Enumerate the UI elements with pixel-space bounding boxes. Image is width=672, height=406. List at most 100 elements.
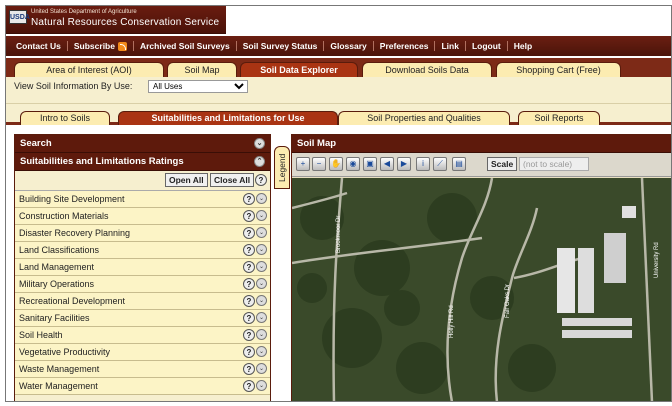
help-icon[interactable]: ? [243, 261, 255, 273]
use-select[interactable]: All Uses [148, 80, 248, 93]
rating-category[interactable]: Building Site Development? ⌄ [15, 191, 270, 208]
tab-area-of-interest[interactable]: Area of Interest (AOI) [14, 62, 164, 77]
help-icon[interactable]: ? [243, 295, 255, 307]
rating-category[interactable]: Land Management? ⌄ [15, 259, 270, 276]
nav-subscribe[interactable]: Subscribe [68, 41, 134, 51]
road-label: Holly Hill Rd [449, 305, 455, 338]
help-icon[interactable]: ? [243, 193, 255, 205]
help-icon[interactable]: ? [243, 244, 255, 256]
zoom-aoi-icon[interactable]: ▣ [363, 157, 377, 171]
help-icon[interactable]: ? [243, 346, 255, 358]
chevron-down-icon[interactable]: ⌄ [256, 210, 267, 221]
measure-icon[interactable]: ⟋ [433, 157, 447, 171]
rating-category[interactable]: Recreational Development? ⌄ [15, 293, 270, 310]
nav-contact-us[interactable]: Contact Us [10, 41, 68, 51]
scale-input[interactable]: (not to scale) [519, 157, 589, 171]
back-arrow-icon[interactable]: ◀ [380, 157, 394, 171]
nav-soil-survey-status[interactable]: Soil Survey Status [237, 41, 325, 51]
tab-soil-data-explorer[interactable]: Soil Data Explorer [240, 62, 358, 77]
subtab-suitabilities[interactable]: Suitabilities and Limitations for Use [118, 111, 338, 125]
tab-soil-map[interactable]: Soil Map [167, 62, 237, 77]
subtab-soil-properties[interactable]: Soil Properties and Qualities [338, 111, 510, 125]
nav-label: Logout [471, 41, 501, 51]
help-icon[interactable]: ? [243, 329, 255, 341]
department-name: United States Department of Agriculture [31, 9, 137, 15]
soil-map-panel: Soil Map + − ✋ ◉ ▣ ◀ ▶ i ⟋ ▤ Scale (not … [291, 134, 672, 402]
ratings-title: Suitabilities and Limitations Ratings [20, 156, 184, 167]
ratings-header[interactable]: Suitabilities and Limitations Ratings ⌃ [15, 153, 270, 171]
search-header[interactable]: Search ⌄ [15, 135, 270, 153]
rating-category[interactable]: Land Classifications? ⌄ [15, 242, 270, 259]
rating-category[interactable]: Military Operations? ⌄ [15, 276, 270, 293]
nav-link[interactable]: Link [435, 41, 466, 51]
rating-category-label: Construction Materials [19, 211, 109, 221]
rating-category[interactable]: Water Management? ⌄ [15, 378, 270, 395]
chevron-down-icon[interactable]: ⌄ [256, 278, 267, 289]
map-toolbar: + − ✋ ◉ ▣ ◀ ▶ i ⟋ ▤ Scale (not to scale) [292, 153, 671, 177]
ratings-list: Building Site Development? ⌄ Construction … [15, 191, 270, 395]
chevron-down-icon[interactable]: ⌄ [254, 138, 265, 149]
chevron-down-icon[interactable]: ⌄ [256, 261, 267, 272]
help-icon[interactable]: ? [243, 363, 255, 375]
chevron-down-icon[interactable]: ⌄ [256, 193, 267, 204]
nav-label: Contact Us [16, 41, 61, 51]
rating-category[interactable]: Vegetative Productivity? ⌄ [15, 344, 270, 361]
rating-category[interactable]: Construction Materials? ⌄ [15, 208, 270, 225]
pan-hand-icon[interactable]: ✋ [329, 157, 343, 171]
chevron-up-icon[interactable]: ⌃ [254, 156, 265, 167]
main-tabs: Area of Interest (AOI) Soil Map Soil Dat… [6, 58, 671, 77]
scale-button[interactable]: Scale [487, 157, 518, 171]
road-label: Brookmoor Dr [336, 216, 342, 253]
rating-category-label: Building Site Development [19, 194, 125, 204]
chevron-down-icon[interactable]: ⌄ [256, 312, 267, 323]
rating-category[interactable]: Soil Health? ⌄ [15, 327, 270, 344]
legend-tab[interactable]: Legend [274, 146, 290, 189]
rating-category-label: Waste Management [19, 364, 100, 374]
rating-category-label: Water Management [19, 381, 98, 391]
rating-category[interactable]: Waste Management? ⌄ [15, 361, 270, 378]
chevron-down-icon[interactable]: ⌄ [256, 380, 267, 391]
clear-icon[interactable]: ▤ [452, 157, 466, 171]
help-icon[interactable]: ? [243, 210, 255, 222]
nav-archived-soil-surveys[interactable]: Archived Soil Surveys [134, 41, 237, 51]
sub-tabs: Intro to Soils Suitabilities and Limitat… [6, 104, 671, 125]
nav-logout[interactable]: Logout [466, 41, 508, 51]
aerial-map[interactable]: Brookmoor Dr Holly Hill Rd Fair Oaks Dr … [292, 178, 672, 402]
chevron-down-icon[interactable]: ⌄ [256, 227, 267, 238]
chevron-down-icon[interactable]: ⌄ [256, 363, 267, 374]
help-icon[interactable]: ? [243, 278, 255, 290]
rating-category-label: Military Operations [19, 279, 95, 289]
forward-arrow-icon[interactable]: ▶ [397, 157, 411, 171]
chevron-down-icon[interactable]: ⌄ [256, 329, 267, 340]
open-all-button[interactable]: Open All [165, 173, 208, 187]
full-extent-icon[interactable]: ◉ [346, 157, 360, 171]
chevron-down-icon[interactable]: ⌄ [256, 346, 267, 357]
nav-preferences[interactable]: Preferences [374, 41, 436, 51]
rating-category-label: Vegetative Productivity [19, 347, 111, 357]
rating-category[interactable]: Disaster Recovery Planning? ⌄ [15, 225, 270, 242]
identify-info-icon[interactable]: i [416, 157, 430, 171]
subtab-soil-reports[interactable]: Soil Reports [518, 111, 600, 125]
rating-category[interactable]: Sanitary Facilities? ⌄ [15, 310, 270, 327]
top-navigation: Contact Us Subscribe Archived Soil Surve… [6, 36, 671, 56]
nav-label: Help [513, 41, 533, 51]
map-title: Soil Map [297, 138, 337, 149]
nav-label: Glossary [330, 41, 367, 51]
nav-help[interactable]: Help [508, 41, 538, 51]
help-icon[interactable]: ? [243, 380, 255, 392]
tab-shopping-cart[interactable]: Shopping Cart (Free) [496, 62, 621, 77]
nav-glossary[interactable]: Glossary [324, 41, 374, 51]
help-icon[interactable]: ? [255, 174, 267, 186]
close-all-button[interactable]: Close All [210, 173, 255, 187]
rss-icon[interactable] [117, 41, 127, 51]
chevron-down-icon[interactable]: ⌄ [256, 295, 267, 306]
subtab-intro-to-soils[interactable]: Intro to Soils [20, 111, 110, 125]
help-icon[interactable]: ? [243, 227, 255, 239]
zoom-out-icon[interactable]: − [312, 157, 326, 171]
help-icon[interactable]: ? [243, 312, 255, 324]
zoom-in-icon[interactable]: + [296, 157, 310, 171]
nav-label: Archived Soil Surveys [139, 41, 230, 51]
chevron-down-icon[interactable]: ⌄ [256, 244, 267, 255]
tab-download-soils-data[interactable]: Download Soils Data [362, 62, 492, 77]
search-title: Search [20, 138, 52, 149]
